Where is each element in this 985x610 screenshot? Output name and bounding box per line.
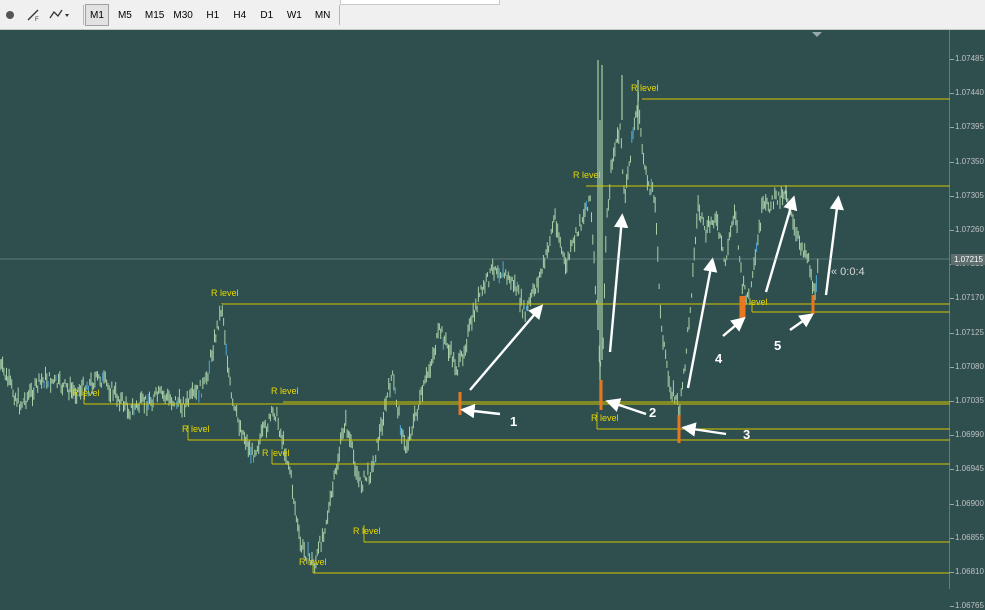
price-tick: 1.07485 <box>955 54 984 63</box>
annotation-number: 5 <box>774 338 781 353</box>
price-tick-mark <box>950 230 954 231</box>
tf-d1[interactable]: D1 <box>256 4 278 26</box>
annotation-arrow <box>722 316 746 337</box>
toolbar-separator <box>339 5 340 25</box>
signal-bar <box>599 380 603 410</box>
chart-canvas[interactable]: R level R level R level R level R level R lev… <box>0 30 985 589</box>
price-tick: 1.07080 <box>955 361 984 371</box>
tf-m5[interactable]: M5 <box>114 4 136 26</box>
timeframe-buttons: M1 M5 M15 M30 H1 H4 D1 W1 MN <box>85 3 334 27</box>
price-tick-mark <box>950 503 954 505</box>
tf-m30[interactable]: M30 <box>169 4 196 26</box>
svg-text:F: F <box>35 17 39 22</box>
price-tick: 1.07125 <box>955 327 984 337</box>
price-tick: 1.06810 <box>955 567 984 576</box>
price-tick-mark <box>950 127 954 129</box>
price-tick-mark <box>950 93 954 95</box>
price-tick-mark <box>950 161 954 163</box>
annotation-number: 4 <box>715 351 723 366</box>
drawing-tools: F <box>0 3 74 27</box>
price-tick: 1.07395 <box>955 122 984 132</box>
candlesticks <box>0 60 819 574</box>
cursor-icon[interactable] <box>0 4 22 26</box>
price-tick: 1.06765 <box>955 601 984 610</box>
price-tick-mark <box>950 332 954 334</box>
price-tick-mark <box>950 59 954 60</box>
objects-dropdown-icon[interactable] <box>44 4 74 26</box>
annotation-arrow <box>789 313 814 331</box>
countdown-timer: « 0:0:4 <box>831 266 865 278</box>
toolbar: F M1 M5 M15 M30 H1 H4 D1 W1 MN <box>0 0 985 30</box>
r-level-label: R level <box>211 288 239 298</box>
annotation-number: 3 <box>743 427 750 442</box>
annotation-arrow <box>608 213 629 353</box>
r-level-label: R level <box>573 170 601 180</box>
price-tick-mark <box>950 195 954 197</box>
signal-bar <box>811 295 815 314</box>
r-level-label: R level <box>182 424 210 434</box>
price-tick-mark <box>950 537 954 539</box>
annotation-arrow <box>686 257 718 389</box>
price-tick-mark <box>950 606 954 608</box>
price-tick-mark <box>950 572 954 573</box>
tf-w1[interactable]: W1 <box>283 4 306 26</box>
price-tick: 1.07035 <box>955 396 984 405</box>
signal-bar <box>739 296 746 318</box>
annotation-arrow <box>469 304 544 391</box>
price-tick-mark <box>950 435 954 437</box>
r-level-label: R level <box>72 388 100 398</box>
r-level-label: R level <box>271 386 299 396</box>
price-tick: 1.06945 <box>955 464 984 474</box>
price-tick: 1.06900 <box>955 498 984 508</box>
price-tick: 1.07260 <box>955 225 984 234</box>
toolbar-separator <box>83 5 84 25</box>
price-tick: 1.07350 <box>955 156 984 166</box>
price-tick-mark <box>950 469 954 471</box>
chart-shift-marker <box>812 32 822 37</box>
price-tick: 1.07305 <box>955 190 984 200</box>
line-tool-icon[interactable]: F <box>22 4 44 26</box>
r-level-label: R level <box>299 557 327 567</box>
r-level-label: R level <box>631 83 659 93</box>
price-tick: 1.07170 <box>955 293 984 303</box>
price-tick: 1.07440 <box>955 88 984 98</box>
annotation-number: 2 <box>649 405 656 420</box>
price-tick: 1.06990 <box>955 430 984 440</box>
price-tick: 1.06855 <box>955 532 984 542</box>
tf-h4[interactable]: H4 <box>229 4 251 26</box>
signal-bar <box>458 392 462 415</box>
r-level-label: R level <box>353 526 381 536</box>
r-level-label: R level <box>262 448 290 458</box>
annotation-arrow <box>824 195 844 296</box>
annotation-arrows: 1 2 3 4 5 <box>460 195 844 442</box>
annotation-arrow <box>460 403 501 419</box>
tf-m15[interactable]: M15 <box>141 4 168 26</box>
tf-mn[interactable]: MN <box>311 4 335 26</box>
tf-h1[interactable]: H1 <box>202 4 224 26</box>
r-level-label: R level <box>591 413 619 423</box>
price-chart[interactable]: R level R level R level R level R level R lev… <box>0 30 985 589</box>
tf-m1[interactable]: M1 <box>85 4 109 26</box>
r-levels: R level R level R level R level R level R lev… <box>72 83 950 574</box>
price-tick-mark <box>950 298 954 300</box>
annotation-number: 1 <box>510 414 517 429</box>
toolbar-blank-panel <box>340 0 500 5</box>
price-tick-mark <box>950 401 954 402</box>
annotation-arrow <box>764 195 798 293</box>
signal-bar <box>677 415 681 443</box>
current-price-label: 1.07215 <box>951 254 985 265</box>
price-tick-mark <box>950 366 954 368</box>
